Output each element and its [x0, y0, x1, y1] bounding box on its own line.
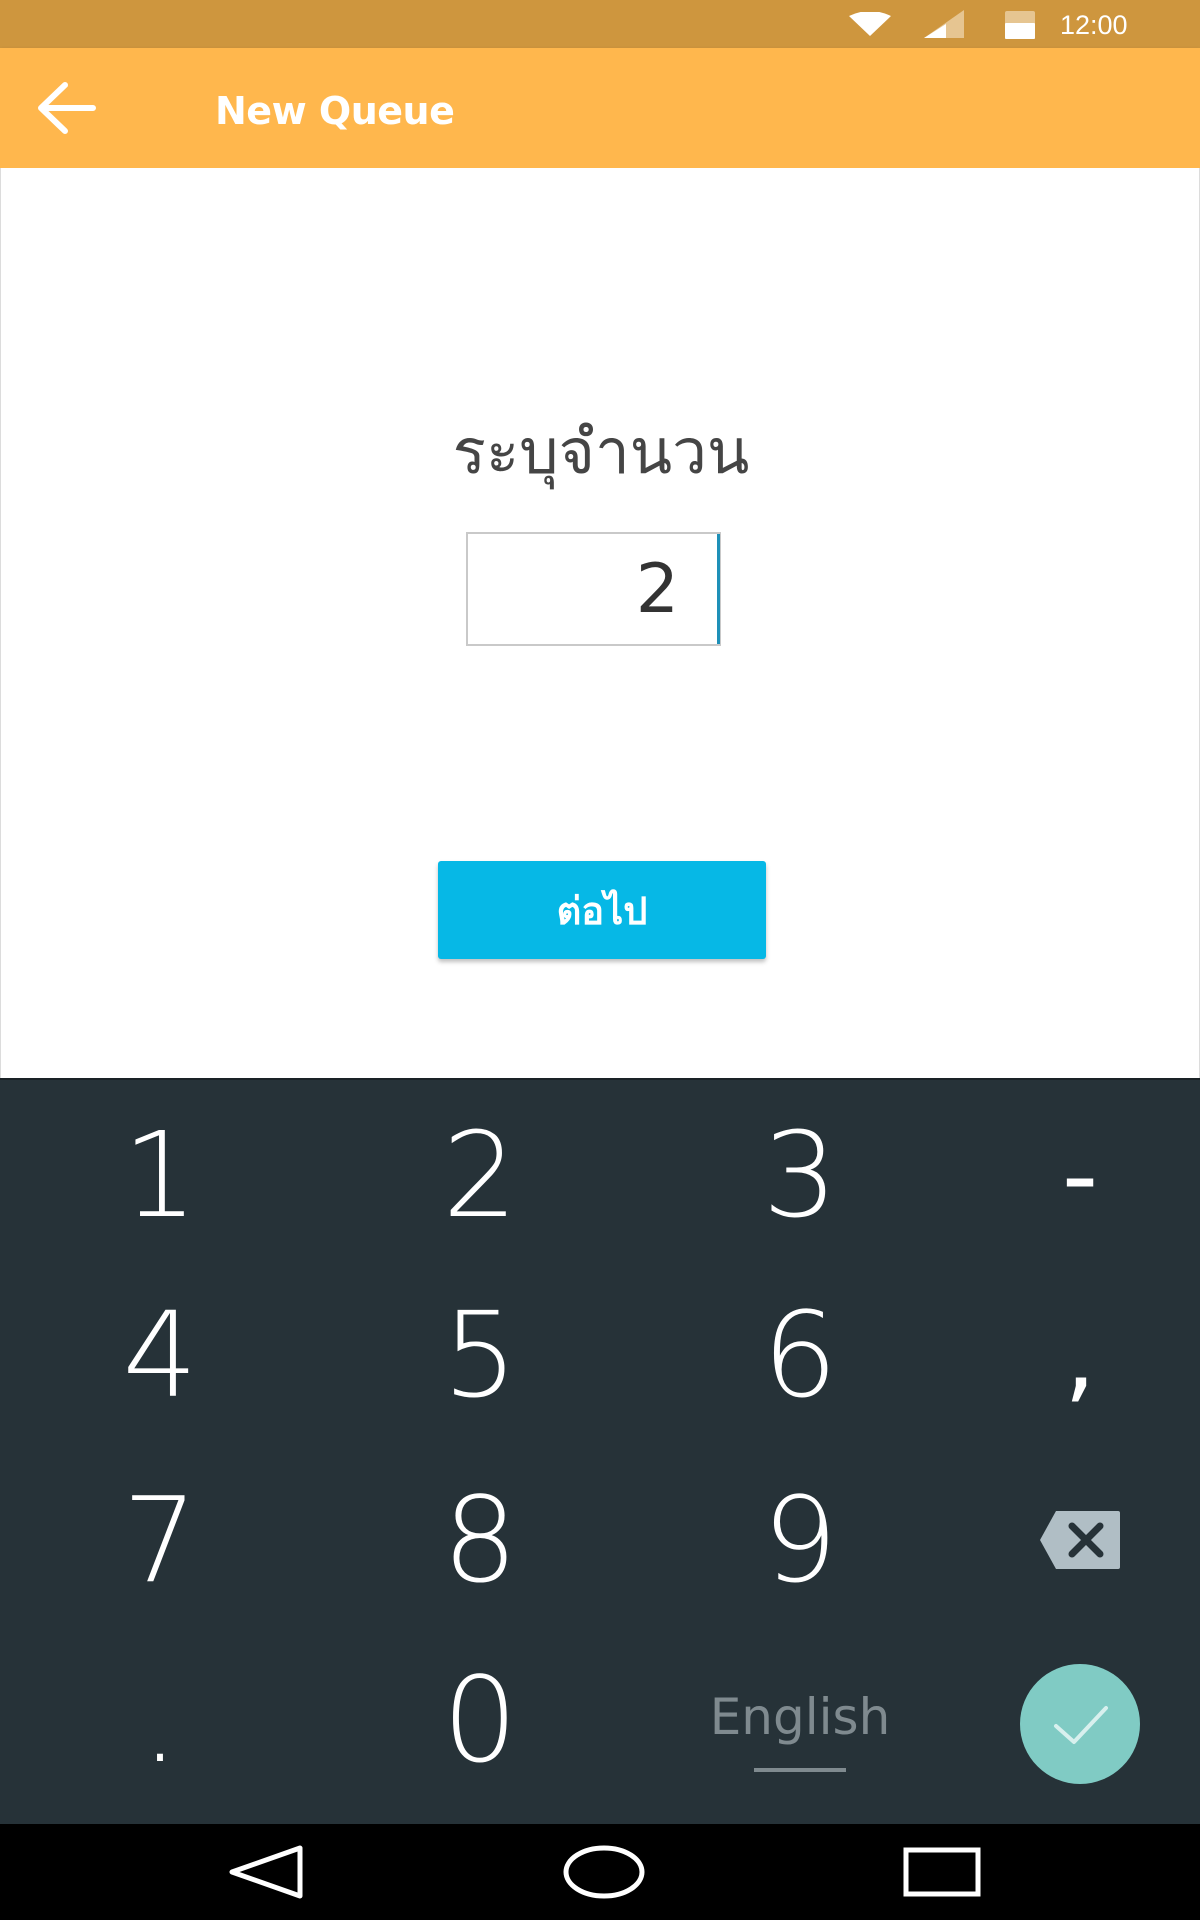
back-button[interactable] — [18, 70, 114, 146]
backspace-icon — [1040, 1511, 1120, 1569]
enter-key[interactable] — [1020, 1664, 1140, 1784]
main-content: ระบุจำนวน ต่อไป — [0, 168, 1200, 1078]
key-3[interactable]: 3 — [700, 1100, 900, 1250]
wifi-icon — [845, 0, 895, 48]
language-label: English — [709, 1688, 891, 1746]
key-9[interactable]: 9 — [700, 1465, 900, 1615]
back-triangle-icon — [229, 1845, 303, 1899]
nav-recents-button[interactable] — [872, 1824, 1012, 1920]
app-bar: New Queue — [0, 48, 1200, 168]
key-6[interactable]: 6 — [700, 1280, 900, 1430]
key-7[interactable]: 7 — [60, 1465, 260, 1615]
recents-square-icon — [903, 1847, 981, 1897]
key-2[interactable]: 2 — [380, 1100, 580, 1250]
battery-icon — [1000, 0, 1040, 48]
arrow-back-icon — [38, 82, 96, 134]
key-0[interactable]: 0 — [380, 1645, 580, 1795]
nav-home-button[interactable] — [534, 1824, 674, 1920]
key-period[interactable]: . — [60, 1645, 260, 1795]
navigation-bar — [0, 1824, 1200, 1920]
status-bar: 12:00 — [0, 0, 1200, 48]
status-time: 12:00 — [1060, 10, 1128, 40]
key-5[interactable]: 5 — [380, 1280, 580, 1430]
quantity-prompt: ระบุจำนวน — [452, 415, 750, 488]
signal-icon — [920, 0, 968, 48]
key-4[interactable]: 4 — [60, 1280, 260, 1430]
key-comma[interactable]: , — [980, 1280, 1180, 1430]
check-icon — [1054, 1706, 1108, 1744]
language-underline — [754, 1768, 846, 1772]
key-8[interactable]: 8 — [380, 1465, 580, 1615]
next-button[interactable]: ต่อไป — [438, 861, 766, 959]
home-circle-icon — [563, 1845, 645, 1899]
numeric-keyboard: 1 2 3 - 4 5 6 , 7 8 9 . 0 English — [0, 1078, 1200, 1824]
backspace-key[interactable] — [1020, 1480, 1140, 1600]
text-cursor — [717, 534, 720, 644]
nav-back-button[interactable] — [196, 1824, 336, 1920]
key-1[interactable]: 1 — [60, 1100, 260, 1250]
key-dash[interactable]: - — [980, 1100, 1180, 1250]
quantity-input[interactable] — [466, 532, 721, 646]
language-switch-key[interactable]: English — [680, 1670, 920, 1790]
page-title: New Queue — [215, 89, 455, 133]
